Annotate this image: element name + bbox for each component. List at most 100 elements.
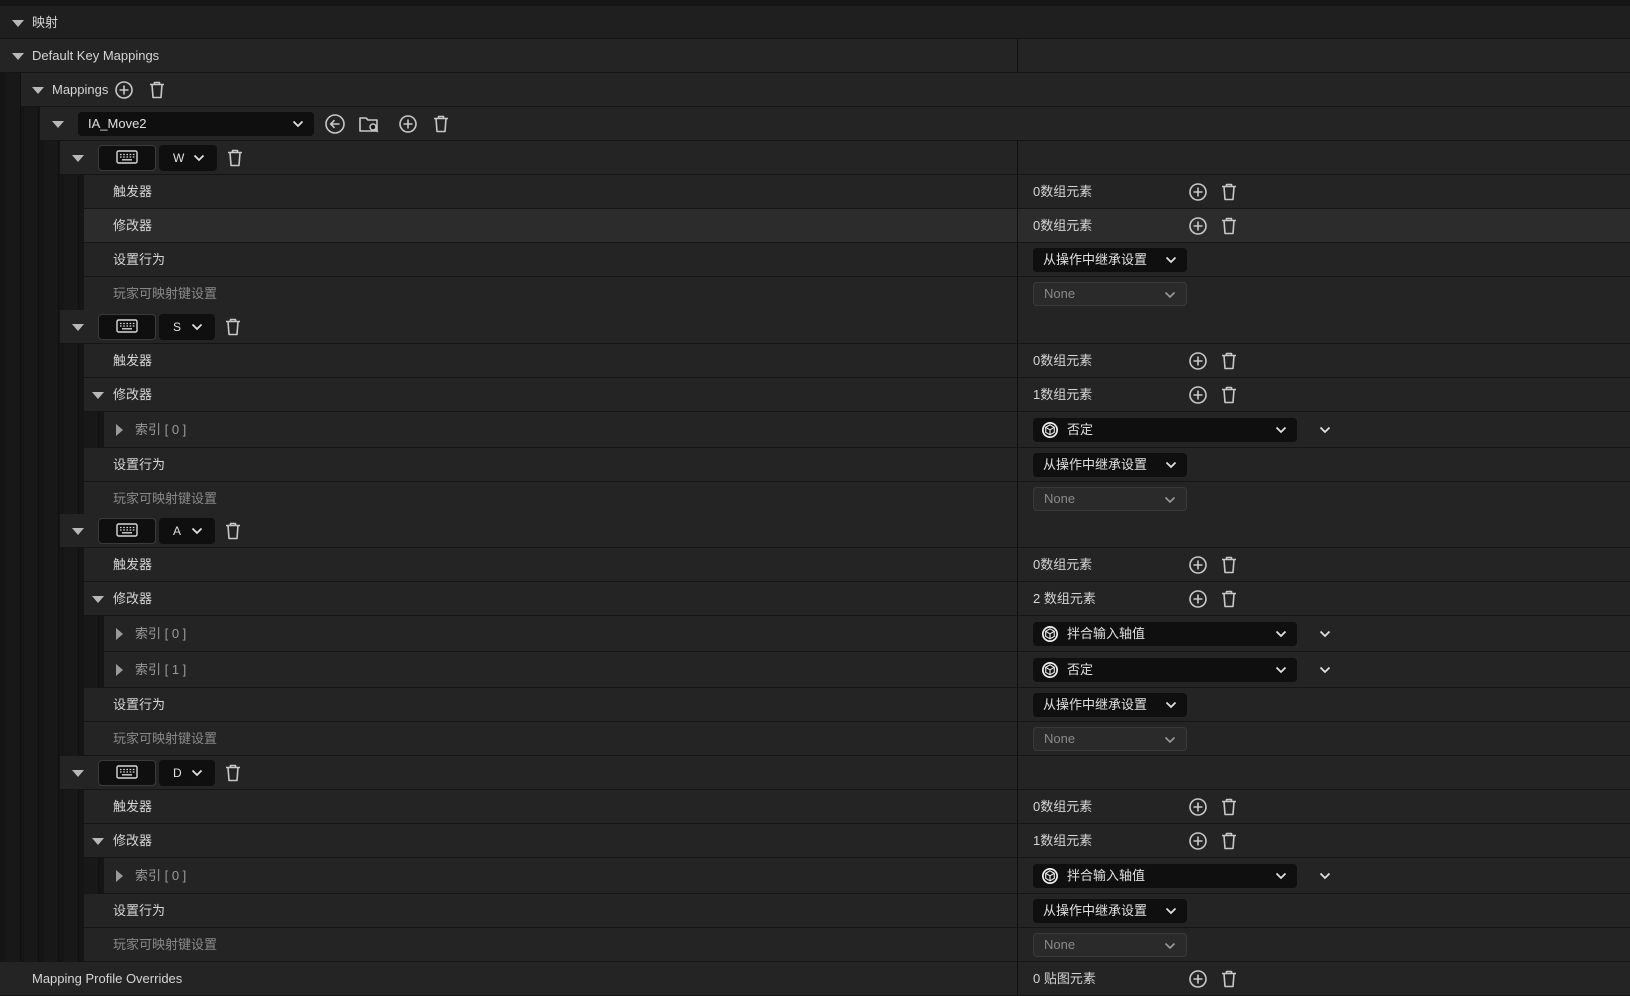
player-mappable-settings-label: 玩家可映射键设置 <box>113 286 218 301</box>
player-mappable-settings-combo-value: None <box>1044 731 1076 746</box>
modifier-options-chevron[interactable] <box>1318 660 1332 680</box>
modifier-type-combo-value: 拌合输入轴值 <box>1067 626 1146 641</box>
modifiers-add-button[interactable] <box>1188 589 1208 609</box>
action-expand-icon[interactable] <box>52 121 64 128</box>
triggers-clear-button[interactable] <box>1220 555 1238 575</box>
modifiers-clear-button[interactable] <box>1220 589 1238 609</box>
browse-asset-button[interactable] <box>358 113 380 135</box>
key-combo[interactable]: W <box>159 145 217 171</box>
modifier-options-chevron[interactable] <box>1318 420 1332 440</box>
indent-guide <box>44 790 59 824</box>
indent-guide <box>24 209 39 243</box>
delete-action-button[interactable] <box>432 114 450 134</box>
indent-guide <box>24 894 39 928</box>
use-selected-asset-button[interactable] <box>324 113 346 135</box>
key-selector-button[interactable] <box>98 145 156 171</box>
row-background <box>84 582 1630 615</box>
modifiers-expand-icon[interactable] <box>92 596 104 603</box>
indent-guide <box>6 107 21 141</box>
add-key-button[interactable] <box>398 114 418 134</box>
key-selector-button[interactable] <box>98 760 156 786</box>
chevron-down-icon <box>191 518 203 544</box>
key-expand-icon[interactable] <box>72 155 84 162</box>
player-mappable-settings-combo[interactable]: None <box>1033 933 1187 957</box>
triggers-add-button[interactable] <box>1188 555 1208 575</box>
index-expand-icon[interactable] <box>116 664 123 676</box>
indent-guide <box>44 344 59 378</box>
key-expand-icon[interactable] <box>72 324 84 331</box>
modifiers-clear-button[interactable] <box>1220 216 1238 236</box>
unreal-logo-icon <box>1041 625 1059 643</box>
key-expand-icon[interactable] <box>72 770 84 777</box>
modifier-type-combo[interactable]: 拌合输入轴值 <box>1033 622 1297 646</box>
delete-key-button[interactable] <box>224 317 242 337</box>
triggers-clear-button[interactable] <box>1220 182 1238 202</box>
key-selector-button[interactable] <box>98 518 156 544</box>
key-selector-button[interactable] <box>98 314 156 340</box>
add-mapping-button[interactable] <box>114 80 134 100</box>
modifiers-clear-button[interactable] <box>1220 385 1238 405</box>
modifiers-expand-icon[interactable] <box>92 392 104 399</box>
modifiers-add-button[interactable] <box>1188 216 1208 236</box>
modifiers-count: 2 数组元素 <box>1033 591 1096 606</box>
delete-key-button[interactable] <box>224 521 242 541</box>
indent-guide <box>6 652 21 688</box>
triggers-clear-button[interactable] <box>1220 351 1238 371</box>
delete-key-button[interactable] <box>226 148 244 168</box>
modifier-type-combo[interactable]: 否定 <box>1033 418 1297 442</box>
key-combo[interactable]: D <box>159 760 215 786</box>
modifiers-clear-button[interactable] <box>1220 831 1238 851</box>
modifier-options-chevron[interactable] <box>1318 624 1332 644</box>
modifiers-expand-icon[interactable] <box>92 838 104 845</box>
clear-mappings-button[interactable] <box>148 80 166 100</box>
index-expand-icon[interactable] <box>116 424 123 436</box>
profile-overrides-add-button[interactable] <box>1188 969 1208 989</box>
row-background <box>84 378 1630 411</box>
triggers-clear-button[interactable] <box>1220 797 1238 817</box>
key-expand-icon[interactable] <box>72 528 84 535</box>
column-divider <box>1017 616 1018 651</box>
player-mappable-settings-combo[interactable]: None <box>1033 282 1187 306</box>
input-action-combo[interactable]: IA_Move2 <box>78 112 314 136</box>
triggers-add-button[interactable] <box>1188 182 1208 202</box>
modifiers-add-button[interactable] <box>1188 831 1208 851</box>
indent-guide <box>6 790 21 824</box>
indent-guide <box>44 310 59 344</box>
modifier-type-combo[interactable]: 拌合输入轴值 <box>1033 864 1297 888</box>
modifier-type-combo[interactable]: 否定 <box>1033 658 1297 682</box>
player-mappable-settings-combo[interactable]: None <box>1033 487 1187 511</box>
triggers-count: 0数组元素 <box>1033 184 1093 199</box>
default-key-mappings-row: Default Key Mappings <box>0 39 1630 73</box>
column-divider <box>1017 756 1018 789</box>
behavior-combo[interactable]: 从操作中继承设置 <box>1033 453 1187 477</box>
column-divider <box>1017 582 1018 615</box>
behavior-combo-value: 从操作中继承设置 <box>1043 903 1148 918</box>
index-expand-icon[interactable] <box>116 628 123 640</box>
section-expand-icon[interactable] <box>12 19 24 27</box>
modifiers-label: 修改器 <box>113 591 153 606</box>
profile-overrides-clear-button[interactable] <box>1220 969 1238 989</box>
mappings-expand-icon[interactable] <box>32 87 44 94</box>
indent-guide <box>64 790 79 824</box>
modifier-options-chevron[interactable] <box>1318 866 1332 886</box>
key-mapping-row: W <box>0 141 1630 175</box>
row-background <box>84 243 1630 276</box>
key-combo[interactable]: S <box>159 314 215 340</box>
triggers-add-button[interactable] <box>1188 797 1208 817</box>
behavior-combo[interactable]: 从操作中继承设置 <box>1033 248 1187 272</box>
modifiers-add-button[interactable] <box>1188 385 1208 405</box>
delete-key-button[interactable] <box>224 763 242 783</box>
triggers-row: 触发器 0数组元素 <box>0 344 1630 378</box>
player-mappable-settings-combo[interactable]: None <box>1033 727 1187 751</box>
modifier-index-label: 索引 [ 0 ] <box>135 626 187 641</box>
index-expand-icon[interactable] <box>116 870 123 882</box>
default-key-mappings-expand-icon[interactable] <box>12 53 24 60</box>
chevron-down-icon <box>1164 728 1176 752</box>
key-name: W <box>173 151 185 165</box>
behavior-combo[interactable]: 从操作中继承设置 <box>1033 899 1187 923</box>
triggers-add-button[interactable] <box>1188 351 1208 371</box>
behavior-combo[interactable]: 从操作中继承设置 <box>1033 693 1187 717</box>
key-combo[interactable]: A <box>159 518 215 544</box>
indent-guide <box>6 344 21 378</box>
profile-overrides-count: 0 贴图元素 <box>1033 971 1096 986</box>
